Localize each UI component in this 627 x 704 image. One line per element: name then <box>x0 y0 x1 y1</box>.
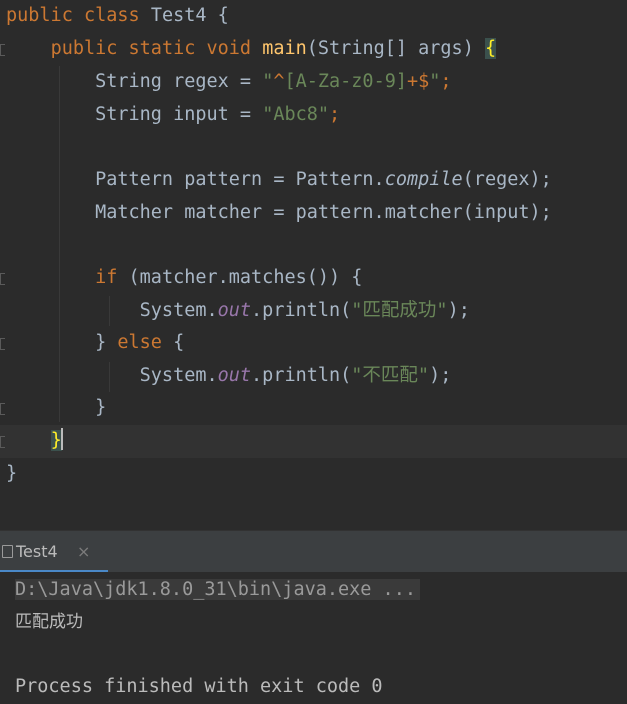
keyword: else <box>117 332 162 353</box>
code-line-10[interactable]: System.out.println("匹配成功"); <box>6 295 470 327</box>
semicolon: ; <box>440 71 452 92</box>
keyword: class <box>83 5 140 26</box>
code-line-14[interactable]: } <box>6 425 63 457</box>
code-line-9[interactable]: if (matcher.matches()) { <box>6 262 362 294</box>
run-config-icon <box>2 545 13 558</box>
code-line-3[interactable]: String regex = "^[A-Za-z0-9]+$"; <box>6 66 452 98</box>
brace: { <box>217 5 229 26</box>
close-icon[interactable]: × <box>77 531 90 573</box>
method-name: main <box>262 38 307 59</box>
code-text: .println( <box>251 365 352 386</box>
keyword: static <box>128 38 196 59</box>
command-line[interactable]: D:\Java\jdk1.8.0_31\bin\java.exe ... <box>15 579 420 600</box>
run-tab[interactable]: Test4 × <box>0 531 108 573</box>
regex-class: [A-Za-z0-9] <box>284 71 407 92</box>
keyword: void <box>206 38 252 59</box>
code-line-15[interactable]: } <box>6 458 17 490</box>
brace: } <box>6 463 18 484</box>
code-line-11[interactable]: } else { <box>6 327 184 359</box>
regex-quantifier: + <box>407 71 419 92</box>
text-cursor <box>60 428 63 450</box>
code-line-12[interactable]: System.out.println("不匹配"); <box>6 360 452 392</box>
code-line-2[interactable]: public static void main(String[] args) { <box>6 33 497 65</box>
string-literal: "匹配成功" <box>351 300 448 321</box>
current-line-highlight <box>0 425 627 458</box>
regex-anchor: ^ <box>273 71 285 92</box>
code-editor[interactable]: public class Test4 { public static void … <box>0 0 627 530</box>
keyword: public <box>6 5 73 26</box>
run-console[interactable]: D:\Java\jdk1.8.0_31\bin\java.exe ... 匹配成… <box>0 572 627 704</box>
semicolon: ; <box>329 104 341 125</box>
code-line-13[interactable]: } <box>6 392 106 424</box>
code-text: Matcher matcher = pattern.matcher(input)… <box>95 202 552 223</box>
method-params: (String[] args) <box>306 38 474 59</box>
keyword: if <box>95 267 118 288</box>
static-method-call: compile <box>384 169 463 190</box>
keyword: public <box>50 38 118 59</box>
code-text: { <box>161 332 185 353</box>
code-line-1[interactable]: public class Test4 { <box>6 0 229 32</box>
code-text: Pattern pattern = Pattern. <box>95 169 385 190</box>
code-text: (regex); <box>462 169 552 190</box>
code-text: ); <box>429 365 452 386</box>
class-name: Test4 <box>150 5 207 26</box>
fold-marker-icon[interactable] <box>0 273 5 285</box>
code-text: ); <box>447 300 470 321</box>
brace: } <box>95 397 107 418</box>
matched-brace: { <box>484 38 497 59</box>
declaration: String regex = <box>95 71 263 92</box>
fold-marker-icon[interactable] <box>0 436 5 448</box>
fold-marker-icon[interactable] <box>0 338 5 350</box>
exit-message: Process finished with exit code 0 <box>15 676 383 697</box>
run-tab-label: Test4 <box>16 542 58 561</box>
fold-marker-icon[interactable] <box>0 44 5 56</box>
run-tool-window-header: Test4 × <box>0 530 627 573</box>
code-text: System. <box>139 365 218 386</box>
code-text: (matcher.matches()) { <box>117 267 363 288</box>
fold-marker-icon[interactable] <box>0 403 5 415</box>
string-literal: "Abc8" <box>262 104 330 125</box>
regex-anchor: $ <box>418 71 430 92</box>
brace: } <box>95 332 118 353</box>
code-text: System. <box>139 300 218 321</box>
declaration: String input = <box>95 104 263 125</box>
string-quote: " <box>429 71 441 92</box>
code-text: .println( <box>251 300 352 321</box>
static-field: out <box>217 300 252 321</box>
console-line: D:\Java\jdk1.8.0_31\bin\java.exe ... <box>15 574 420 606</box>
string-literal: "不匹配" <box>351 365 430 386</box>
string-quote: " <box>262 71 274 92</box>
static-field: out <box>217 365 252 386</box>
console-output: 匹配成功 <box>15 612 83 632</box>
code-line-6[interactable]: Pattern pattern = Pattern.compile(regex)… <box>6 164 552 196</box>
code-line-7[interactable]: Matcher matcher = pattern.matcher(input)… <box>6 197 552 229</box>
code-line-4[interactable]: String input = "Abc8"; <box>6 99 340 131</box>
